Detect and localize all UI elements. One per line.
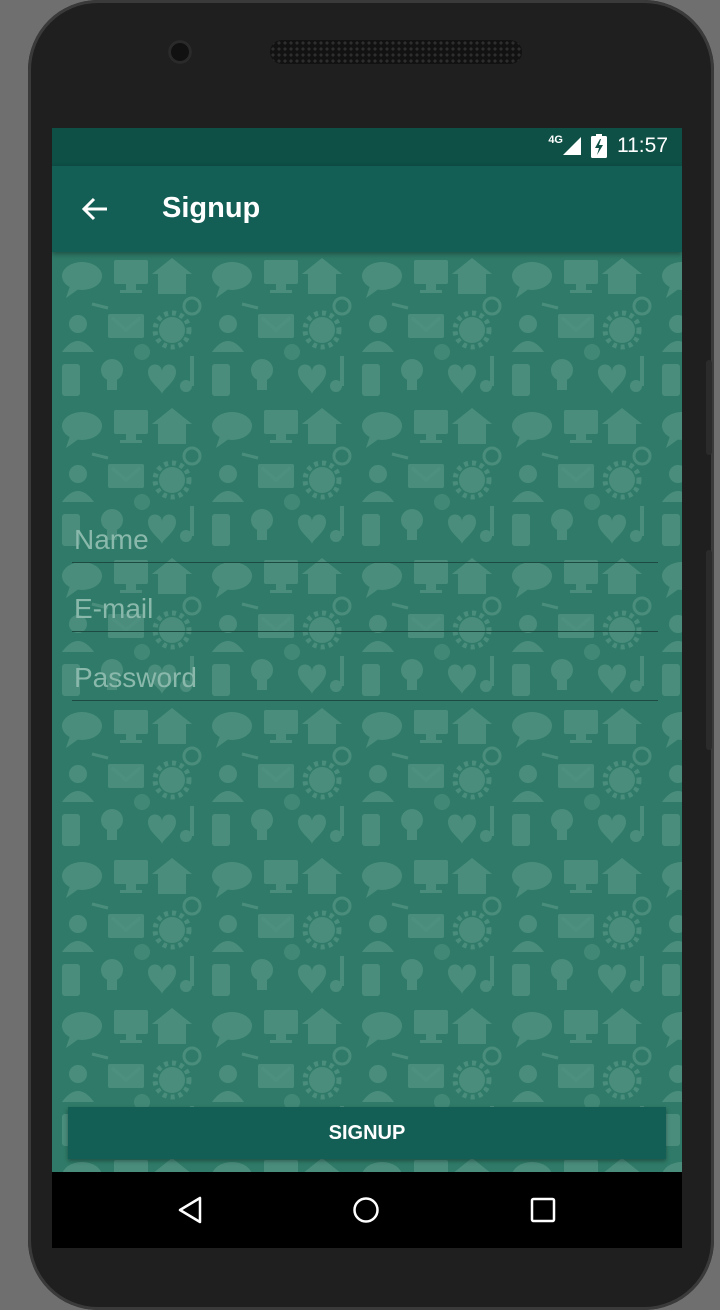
power-button [706,550,712,750]
arrow-back-icon [81,197,107,221]
nav-home-button[interactable] [346,1190,386,1230]
signal-icon [563,137,581,155]
email-field[interactable]: E-mail [72,591,658,632]
circle-home-icon [353,1197,379,1223]
password-placeholder: Password [74,662,197,693]
name-placeholder: Name [74,524,149,555]
password-field[interactable]: Password [72,660,658,701]
nav-recents-button[interactable] [523,1190,563,1230]
volume-button [706,360,712,455]
nav-back-button[interactable] [170,1190,210,1230]
email-placeholder: E-mail [74,593,154,624]
square-recents-icon [530,1197,556,1223]
name-field[interactable]: Name [72,522,658,563]
network-type: 4G [548,134,563,146]
triangle-back-icon [178,1196,202,1224]
earpiece-speaker [270,40,522,64]
signup-form-area: Name E-mail Password SIGNUP [52,252,682,1172]
app-bar: Signup [52,166,682,252]
system-nav-bar [52,1172,682,1248]
page-title: Signup [162,192,261,224]
device-screen: 4G 11:57 Signup Name E-mail Password SIG… [52,128,682,1248]
battery-charging-icon [591,134,607,158]
background-pattern [52,252,682,1172]
signup-button[interactable]: SIGNUP [68,1107,666,1159]
clock: 11:57 [617,134,668,157]
front-camera [168,40,192,64]
back-button[interactable] [74,188,116,230]
status-bar: 4G 11:57 [52,128,682,166]
